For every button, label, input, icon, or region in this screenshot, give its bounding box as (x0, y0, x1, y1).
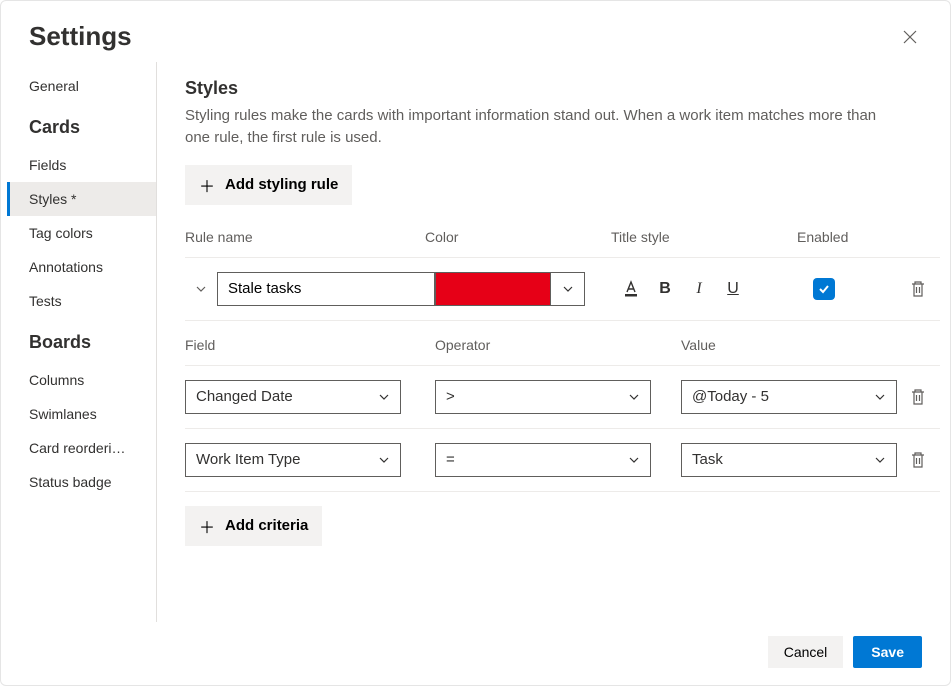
rule-row: B I U (185, 257, 940, 321)
sidebar-item-fields[interactable]: Fields (7, 148, 156, 182)
sidebar-item-styles[interactable]: Styles * (7, 182, 156, 216)
criteria-field-select[interactable]: Work Item Type (185, 443, 401, 477)
delete-criteria-button[interactable] (910, 388, 926, 406)
main-panel: Styles Styling rules make the cards with… (157, 62, 950, 622)
plus-icon: ＋ (199, 514, 215, 538)
col-field: Field (185, 337, 435, 353)
criteria-value-value: @Today - 5 (692, 388, 769, 405)
rule-columns-header: Rule name Color Title style Enabled (185, 229, 940, 257)
close-button[interactable] (898, 25, 922, 49)
italic-button[interactable]: I (689, 279, 709, 299)
sidebar-section-cards: Cards (7, 103, 156, 148)
chevron-down-icon (874, 454, 886, 466)
panel-title: Styles (185, 78, 940, 99)
underline-button[interactable]: U (723, 279, 743, 299)
enabled-checkbox[interactable] (813, 278, 835, 300)
chevron-down-icon (628, 454, 640, 466)
color-dropdown-arrow[interactable] (550, 273, 584, 305)
color-picker[interactable] (435, 272, 585, 306)
check-icon (817, 282, 831, 296)
color-swatch (436, 273, 550, 305)
criteria-operator-value: > (446, 388, 455, 405)
criteria-operator-value: = (446, 451, 455, 468)
bold-button[interactable]: B (655, 279, 675, 299)
plus-icon: ＋ (199, 173, 215, 197)
chevron-down-icon (628, 391, 640, 403)
delete-rule-button[interactable] (910, 280, 926, 298)
chevron-down-icon (378, 454, 390, 466)
col-rule-name: Rule name (185, 229, 425, 245)
add-criteria-label: Add criteria (225, 517, 308, 534)
criteria-operator-select[interactable]: = (435, 443, 651, 477)
chevron-down-icon (874, 391, 886, 403)
panel-description: Styling rules make the cards with import… (185, 105, 905, 149)
col-title-style: Title style (611, 229, 797, 245)
criteria-row: Work Item Type = Task (185, 429, 940, 492)
cancel-button[interactable]: Cancel (768, 636, 844, 668)
criteria-row: Changed Date > @Today - 5 (185, 366, 940, 429)
col-enabled: Enabled (797, 229, 940, 245)
sidebar-item-tag-colors[interactable]: Tag colors (7, 216, 156, 250)
criteria-field-value: Work Item Type (196, 451, 300, 468)
chevron-down-icon (562, 283, 574, 295)
sidebar-item-status-badge[interactable]: Status badge (7, 465, 156, 499)
sidebar-section-boards: Boards (7, 318, 156, 363)
criteria-operator-select[interactable]: > (435, 380, 651, 414)
criteria-value-select[interactable]: @Today - 5 (681, 380, 897, 414)
criteria-field-select[interactable]: Changed Date (185, 380, 401, 414)
rule-expand-toggle[interactable] (185, 283, 217, 295)
criteria-columns-header: Field Operator Value (185, 337, 940, 366)
sidebar-item-card-reordering[interactable]: Card reorderi… (7, 431, 156, 465)
add-styling-rule-label: Add styling rule (225, 176, 338, 193)
enabled-cell (813, 278, 835, 300)
settings-title: Settings (29, 21, 132, 52)
title-style-group: B I U (621, 279, 743, 299)
delete-criteria-button[interactable] (910, 451, 926, 469)
criteria-value-select[interactable]: Task (681, 443, 897, 477)
close-icon (903, 30, 917, 44)
sidebar-item-swimlanes[interactable]: Swimlanes (7, 397, 156, 431)
sidebar-item-general[interactable]: General (7, 74, 156, 103)
col-operator: Operator (435, 337, 681, 353)
criteria-value-value: Task (692, 451, 723, 468)
settings-sidebar: General Cards Fields Styles * Tag colors… (7, 62, 157, 622)
trash-icon (910, 388, 926, 406)
criteria-field-value: Changed Date (196, 388, 293, 405)
col-color: Color (425, 229, 611, 245)
font-color-icon (622, 280, 640, 298)
sidebar-item-tests[interactable]: Tests (7, 284, 156, 318)
add-criteria-button[interactable]: ＋ Add criteria (185, 506, 322, 546)
trash-icon (910, 451, 926, 469)
add-styling-rule-button[interactable]: ＋ Add styling rule (185, 165, 352, 205)
trash-icon (910, 280, 926, 298)
save-button[interactable]: Save (853, 636, 922, 668)
chevron-down-icon (195, 283, 207, 295)
font-color-button[interactable] (621, 279, 641, 299)
sidebar-item-columns[interactable]: Columns (7, 363, 156, 397)
dialog-footer: Cancel Save (1, 622, 950, 682)
rule-name-input[interactable] (217, 272, 435, 306)
chevron-down-icon (378, 391, 390, 403)
sidebar-item-annotations[interactable]: Annotations (7, 250, 156, 284)
col-value: Value (681, 337, 940, 353)
